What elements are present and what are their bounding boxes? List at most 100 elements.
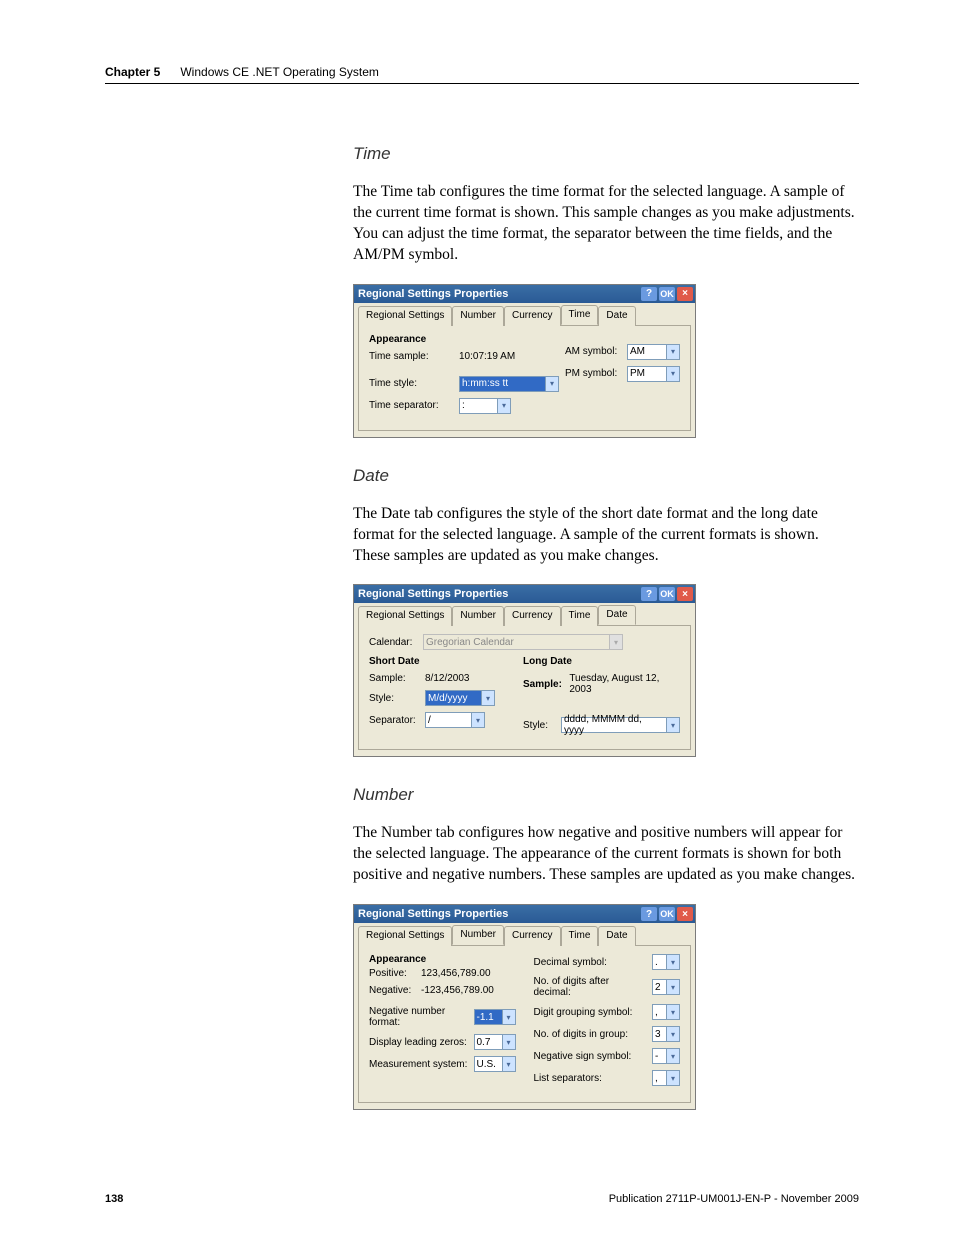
pm-symbol-value: PM <box>627 366 666 382</box>
chevron-down-icon[interactable]: ▾ <box>481 690 495 706</box>
appearance-label: Appearance <box>369 954 516 965</box>
pm-symbol-label: PM symbol: <box>565 368 623 379</box>
chevron-down-icon[interactable]: ▾ <box>666 1070 680 1086</box>
chevron-down-icon[interactable]: ▾ <box>666 366 680 382</box>
chevron-down-icon[interactable]: ▾ <box>666 979 680 995</box>
dialog-titlebar: Regional Settings Properties ? OK × <box>354 585 695 603</box>
chevron-down-icon[interactable]: ▾ <box>666 1026 680 1042</box>
time-sample-label: Time sample: <box>369 351 455 362</box>
chevron-down-icon[interactable]: ▾ <box>502 1034 516 1050</box>
tab-date[interactable]: Date <box>598 306 635 326</box>
separator-combo[interactable]: / ▾ <box>425 712 485 728</box>
chevron-down-icon[interactable]: ▾ <box>502 1056 516 1072</box>
tab-regional[interactable]: Regional Settings <box>358 306 452 326</box>
tab-time[interactable]: Time <box>561 606 599 626</box>
chevron-down-icon: ▾ <box>609 634 623 650</box>
tabs-row: Regional Settings Number Currency Time D… <box>354 603 695 625</box>
digits-after-value: 2 <box>652 979 666 995</box>
pm-symbol-combo[interactable]: PM ▾ <box>627 366 680 382</box>
help-button[interactable]: ? <box>641 907 657 921</box>
measurement-combo[interactable]: U.S. ▾ <box>474 1056 516 1072</box>
calendar-label: Calendar: <box>369 637 419 648</box>
digits-after-label: No. of digits after decimal: <box>534 976 649 998</box>
dialog-title: Regional Settings Properties <box>358 288 639 300</box>
time-style-combo[interactable]: h:mm:ss tt ▾ <box>459 376 559 392</box>
grouping-symbol-combo[interactable]: , ▾ <box>652 1004 680 1020</box>
chevron-down-icon[interactable]: ▾ <box>666 1004 680 1020</box>
tab-time[interactable]: Time <box>561 305 599 325</box>
tab-date[interactable]: Date <box>598 605 635 625</box>
list-sep-combo[interactable]: , ▾ <box>652 1070 680 1086</box>
list-sep-value: , <box>652 1070 666 1086</box>
tab-date[interactable]: Date <box>598 926 635 946</box>
chevron-down-icon[interactable]: ▾ <box>666 954 680 970</box>
appearance-label: Appearance <box>369 334 559 345</box>
separator-label: Separator: <box>369 715 421 726</box>
publication-id: Publication 2711P-UM001J-EN-P - November… <box>609 1193 859 1205</box>
chapter-number: Chapter 5 <box>105 65 160 79</box>
grouping-symbol-label: Digit grouping symbol: <box>534 1007 649 1018</box>
tab-currency[interactable]: Currency <box>504 606 561 626</box>
neg-format-combo[interactable]: -1.1 ▾ <box>474 1009 516 1025</box>
tab-regional[interactable]: Regional Settings <box>358 926 452 946</box>
time-separator-combo[interactable]: : ▾ <box>459 398 511 414</box>
negative-label: Negative: <box>369 985 417 996</box>
number-dialog: Regional Settings Properties ? OK × Regi… <box>353 904 696 1110</box>
measurement-label: Measurement system: <box>369 1059 470 1070</box>
section-heading-number: Number <box>353 785 859 805</box>
tab-time[interactable]: Time <box>561 926 599 946</box>
ok-button[interactable]: OK <box>659 587 675 601</box>
time-style-label: Time style: <box>369 378 455 389</box>
chevron-down-icon[interactable]: ▾ <box>666 1048 680 1064</box>
decimal-symbol-combo[interactable]: . ▾ <box>652 954 680 970</box>
chevron-down-icon[interactable]: ▾ <box>545 376 559 392</box>
long-date-heading: Long Date <box>523 656 680 667</box>
short-style-combo[interactable]: M/d/yyyy ▾ <box>425 690 495 706</box>
short-date-heading: Short Date <box>369 656 505 667</box>
tab-number[interactable]: Number <box>452 306 504 326</box>
short-style-value: M/d/yyyy <box>425 690 481 706</box>
neg-format-value: -1.1 <box>474 1009 502 1025</box>
close-button[interactable]: × <box>677 907 693 921</box>
chevron-down-icon[interactable]: ▾ <box>666 717 680 733</box>
close-button[interactable]: × <box>677 587 693 601</box>
help-button[interactable]: ? <box>641 287 657 301</box>
tab-currency[interactable]: Currency <box>504 306 561 326</box>
long-style-combo[interactable]: dddd, MMMM dd, yyyy ▾ <box>561 717 680 733</box>
calendar-value: Gregorian Calendar <box>423 634 609 650</box>
chevron-down-icon[interactable]: ▾ <box>471 712 485 728</box>
ok-button[interactable]: OK <box>659 907 675 921</box>
neg-sign-combo[interactable]: - ▾ <box>652 1048 680 1064</box>
digits-in-group-combo[interactable]: 3 ▾ <box>652 1026 680 1042</box>
dialog-title: Regional Settings Properties <box>358 588 639 600</box>
neg-sign-label: Negative sign symbol: <box>534 1051 649 1062</box>
long-sample-label: Sample: <box>523 679 565 690</box>
list-sep-label: List separators: <box>534 1073 649 1084</box>
section-heading-time: Time <box>353 144 859 164</box>
positive-label: Positive: <box>369 968 417 979</box>
long-sample-value: Tuesday, August 12, 2003 <box>569 673 680 695</box>
ok-button[interactable]: OK <box>659 287 675 301</box>
close-button[interactable]: × <box>677 287 693 301</box>
dialog-titlebar: Regional Settings Properties ? OK × <box>354 285 695 303</box>
leading-zeros-combo[interactable]: 0.7 ▾ <box>474 1034 516 1050</box>
calendar-combo[interactable]: Gregorian Calendar ▾ <box>423 634 623 650</box>
digits-after-combo[interactable]: 2 ▾ <box>652 979 680 995</box>
page-footer: 138 Publication 2711P-UM001J-EN-P - Nove… <box>105 1193 859 1205</box>
page-header: Chapter 5 Windows CE .NET Operating Syst… <box>105 65 859 84</box>
chevron-down-icon[interactable]: ▾ <box>502 1009 516 1025</box>
long-style-label: Style: <box>523 720 557 731</box>
negative-value: -123,456,789.00 <box>421 985 494 996</box>
chevron-down-icon[interactable]: ▾ <box>666 344 680 360</box>
am-symbol-combo[interactable]: AM ▾ <box>627 344 680 360</box>
tabs-row: Regional Settings Number Currency Time D… <box>354 923 695 945</box>
date-dialog: Regional Settings Properties ? OK × Regi… <box>353 584 696 757</box>
tab-currency[interactable]: Currency <box>504 926 561 946</box>
tab-regional[interactable]: Regional Settings <box>358 606 452 626</box>
help-button[interactable]: ? <box>641 587 657 601</box>
long-style-value: dddd, MMMM dd, yyyy <box>561 717 666 733</box>
chevron-down-icon[interactable]: ▾ <box>497 398 511 414</box>
tab-number[interactable]: Number <box>452 925 504 945</box>
tab-number[interactable]: Number <box>452 606 504 626</box>
page-number: 138 <box>105 1193 123 1205</box>
